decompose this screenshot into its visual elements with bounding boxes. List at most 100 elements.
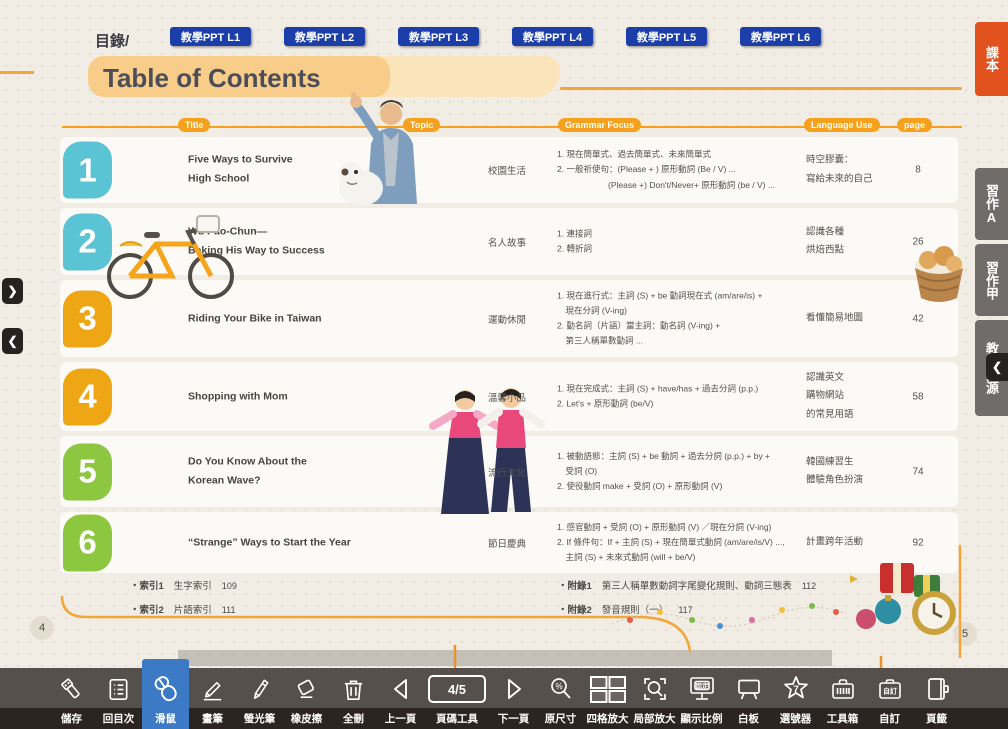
grammar-focus: 1. 被動語態：主詞 (S) + be 動詞 + 過去分詞 (p.p.) + b… — [557, 449, 817, 495]
horizontal-scrollbar[interactable] — [178, 650, 832, 666]
toolbar-item-toc[interactable]: 回目次 — [95, 668, 142, 729]
custom-box-icon: 自訂 — [876, 670, 904, 708]
toolbar-item-next[interactable]: 下一頁 — [490, 668, 537, 729]
right-panel-toggle[interactable]: ❮ — [986, 353, 1008, 381]
toolbar-item-whiteboard[interactable]: 白板 — [725, 668, 772, 729]
language-line: 看懂簡易地圖 — [806, 309, 906, 328]
toolbar-item-mouse[interactable]: 滑鼠 — [142, 659, 189, 729]
toolbar-item-label: 工具箱 — [827, 708, 859, 729]
toolbar-item-label: 上一頁 — [385, 708, 417, 729]
sidebar-collapse-button[interactable]: ❮ — [2, 328, 23, 354]
svg-text:7: 7 — [793, 685, 799, 696]
lesson-title[interactable]: “Strange” Ways to Start the Year — [188, 533, 406, 552]
side-tab[interactable]: 習作甲 — [975, 244, 1008, 316]
star7-icon: 7 — [781, 670, 811, 708]
prev-icon — [387, 670, 415, 708]
lesson-topic: 校園生活 — [448, 163, 566, 177]
grammar-line: 2. 轉折詞 — [557, 242, 817, 257]
grammar-line: 1. 現在簡單式、過去簡單式、未來簡單式 — [557, 147, 817, 162]
ppt-button[interactable]: 教學PPT L3 — [398, 27, 479, 46]
lesson-title[interactable]: Do You Know About theKorean Wave? — [188, 452, 406, 491]
side-tab[interactable]: 習作A — [975, 168, 1008, 240]
grammar-line: 2. Let's + 原形動詞 (be/V) — [557, 397, 817, 412]
lesson-topic: 節日慶典 — [448, 536, 566, 550]
toolbar-item-label: 畫筆 — [202, 708, 223, 729]
toolbox-icon — [829, 670, 857, 708]
lesson-number-badge: 4 — [63, 368, 112, 425]
grammar-line: 現在分詞 (V-ing) — [557, 303, 817, 318]
page-indicator[interactable]: 4/5 — [428, 675, 486, 703]
language-use: 時空膠囊：寫給未來的自己 — [806, 151, 906, 188]
chevron-left-icon: ❮ — [7, 334, 17, 348]
lesson-number-badge: 6 — [63, 514, 112, 571]
index-entry-page: 112 — [802, 581, 816, 591]
ppt-button[interactable]: 教學PPT L4 — [512, 27, 593, 46]
language-line: 體驗角色扮演 — [806, 472, 906, 491]
ppt-button[interactable]: 教學PPT L5 — [626, 27, 707, 46]
toolbar-item-label: 下一頁 — [498, 708, 530, 729]
toolbar-item-pagebox[interactable]: 4/5 頁碼工具 — [424, 668, 490, 729]
grammar-line: 1. 連接詞 — [557, 226, 817, 241]
ppt-button[interactable]: 教學PPT L6 — [740, 27, 821, 46]
lesson-page-number: 74 — [903, 466, 933, 477]
index-entry-label: ・索引2 — [130, 605, 164, 616]
decor-line-left — [0, 71, 34, 74]
toolbar-item-star7[interactable]: 7 選號器 — [772, 668, 819, 729]
index-entry-text: 生字索引 — [174, 581, 212, 592]
grammar-line: 主詞 (S) + 未來式動詞 (will + be/V) — [557, 550, 817, 565]
grammar-line: 受詞 (O) — [557, 464, 817, 479]
toolbar-item-label: 顯示比例 — [681, 708, 723, 729]
lesson-topic: 流行文化 — [448, 465, 566, 479]
photo-student-thumbsup — [333, 92, 430, 207]
usb-icon — [58, 670, 85, 708]
index-entry-text: 片語索引 — [174, 605, 212, 616]
eraser-icon — [293, 670, 320, 708]
toolbar-item-grid4[interactable]: 四格放大 — [584, 668, 631, 729]
grammar-focus: 1. 感官動詞 + 受詞 (O) + 原形動詞 (V) ／現在分詞 (V-ing… — [557, 520, 817, 566]
language-line: 寫給未來的自己 — [806, 170, 906, 189]
toolbar-item-toolbox[interactable]: 工具箱 — [819, 668, 866, 729]
toolbar-item-zoom-percent[interactable]: % 原尺寸 — [537, 668, 584, 729]
index-entry-page: 111 — [222, 605, 236, 615]
toolbar-item-label: 全刪 — [343, 708, 364, 729]
toolbar-item-label: 橡皮擦 — [291, 708, 323, 729]
toolbar-item-label: 螢光筆 — [244, 708, 276, 729]
decor-light-string — [612, 594, 847, 638]
grammar-line: 1. 現在進行式：主詞 (S) + be 動詞現在式 (am/are/is) + — [557, 288, 817, 303]
column-header: Language Use — [804, 118, 880, 132]
grammar-line: 2. 一般祈使句：(Please + ) 原形動詞 (Be / V) ... — [557, 162, 817, 177]
language-use: 認識各種烘焙西點 — [806, 223, 906, 260]
mouse-icon — [151, 670, 181, 708]
index-list: ・索引1生字索引109 ・索引2 片語索引 111 — [130, 578, 237, 626]
pen-icon — [199, 670, 226, 708]
toolbar-item-prev[interactable]: 上一頁 — [377, 668, 424, 729]
grid4-icon — [588, 670, 628, 708]
toolbar-item-label: 回目次 — [103, 708, 135, 729]
ppt-button[interactable]: 教學PPT L1 — [170, 27, 251, 46]
toolbar-item-book-tab[interactable]: 頁籤 — [913, 668, 960, 729]
lesson-page-number: 58 — [903, 391, 933, 402]
toolbar-item-pen[interactable]: 畫筆 — [189, 668, 236, 729]
lesson-title[interactable]: Riding Your Bike in Taiwan — [188, 309, 406, 328]
toolbar-item-usb[interactable]: 儲存 — [48, 668, 95, 729]
toc-row[interactable]: 1 Five Ways to SurviveHigh School 校園生活 1… — [60, 137, 958, 203]
lesson-title[interactable]: Shopping with Mom — [188, 387, 406, 406]
index-entry: ・索引1生字索引109 — [130, 578, 237, 592]
toolbar-item-custom-box[interactable]: 自訂 自訂 — [866, 668, 913, 729]
toolbar-item-trash[interactable]: 全刪 — [330, 668, 377, 729]
language-line: 烘焙西點 — [806, 242, 906, 261]
grammar-focus: 1. 現在完成式：主詞 (S) + have/has + 過去分詞 (p.p.)… — [557, 381, 817, 412]
toolbar-item-zoom-area[interactable]: 局部放大 — [631, 668, 678, 729]
sidebar-expand-button[interactable]: ❯ — [2, 278, 23, 304]
column-header: Title — [178, 118, 210, 132]
ebook-reader: 目錄/ 教學PPT L1教學PPT L2教學PPT L3教學PPT L4教學PP… — [0, 0, 1008, 729]
index-entry-label: ・附錄1 — [558, 581, 592, 592]
ppt-button-row: 教學PPT L1 教學PPT L2 教學PPT L3 教學PPT L4 教學PPT L5… — [170, 27, 854, 46]
grammar-line: 1. 現在完成式：主詞 (S) + have/has + 過去分詞 (p.p.) — [557, 381, 817, 396]
toolbar-item-monitor-fixed[interactable]: 固定 顯示比例 — [678, 668, 725, 729]
toolbar-item-label: 局部放大 — [634, 708, 676, 729]
toolbar-item-eraser[interactable]: 橡皮擦 — [283, 668, 330, 729]
ppt-button[interactable]: 教學PPT L2 — [284, 27, 365, 46]
toolbar-item-highlighter[interactable]: 螢光筆 — [236, 668, 283, 729]
side-tab[interactable]: 課本 — [975, 22, 1008, 96]
